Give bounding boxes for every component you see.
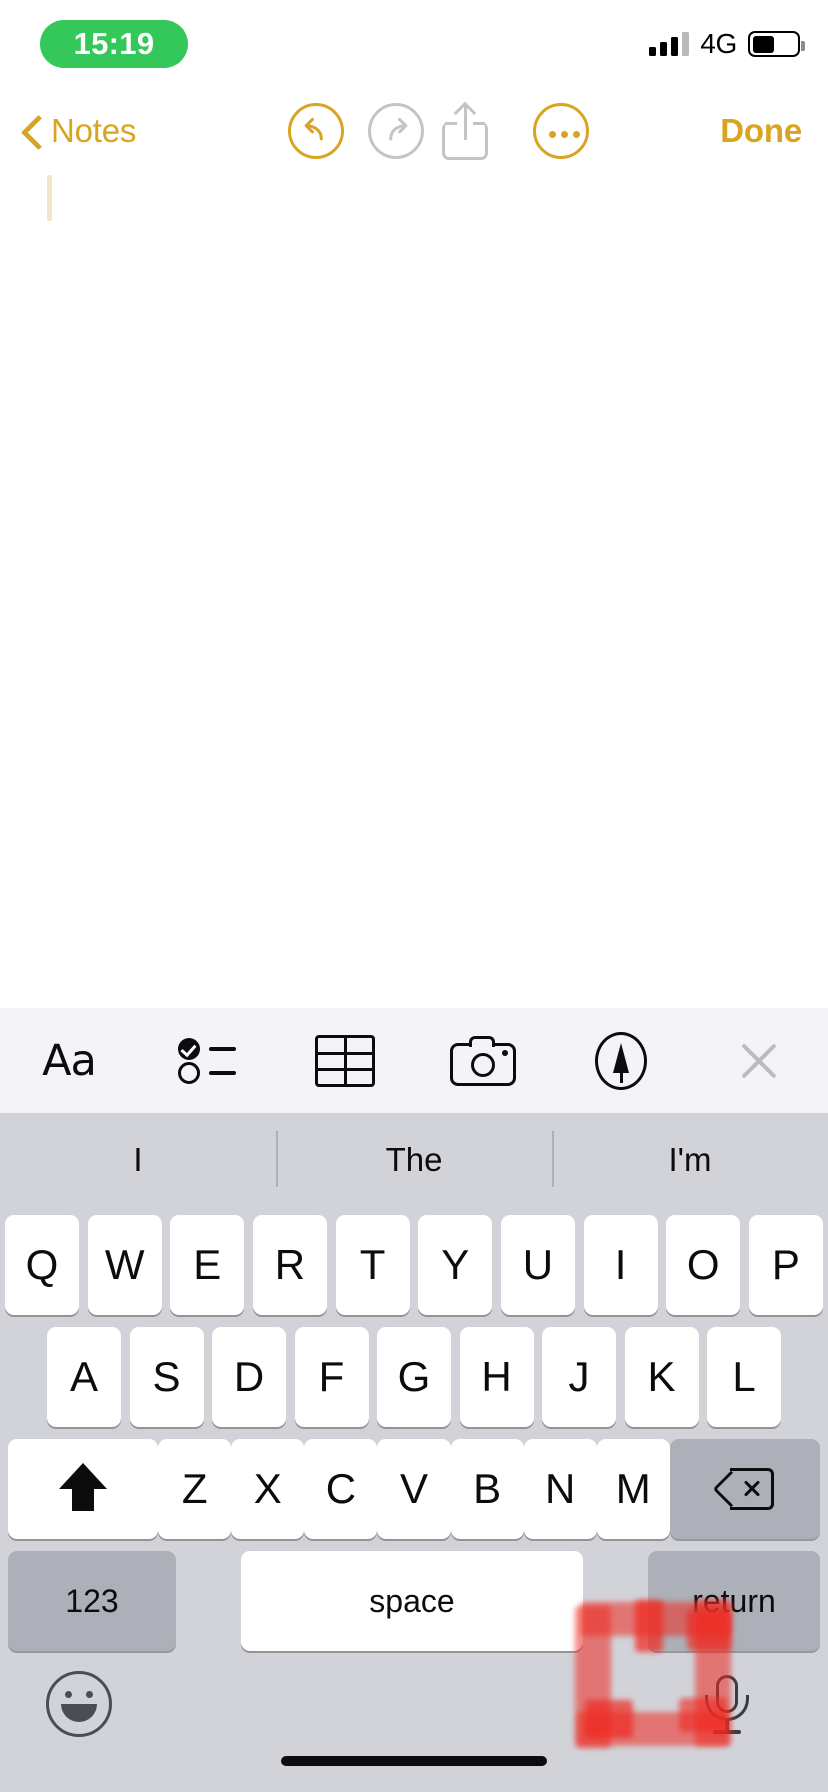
numbers-key[interactable]: 123 <box>8 1551 176 1651</box>
status-time-pill: 15:19 <box>40 20 188 68</box>
nav-bar: Notes Done <box>0 92 828 170</box>
space-key[interactable]: space <box>241 1551 583 1651</box>
table-icon <box>315 1034 375 1087</box>
key-b[interactable]: B <box>450 1439 524 1539</box>
cellular-signal-icon <box>649 32 690 56</box>
backspace-key[interactable] <box>669 1439 820 1539</box>
key-f[interactable]: F <box>294 1327 369 1427</box>
battery-icon <box>748 31 805 57</box>
key-q[interactable]: Q <box>5 1215 79 1315</box>
key-n[interactable]: N <box>523 1439 597 1539</box>
more-ellipsis-circle-icon <box>533 103 589 159</box>
checklist-icon <box>178 1037 236 1084</box>
more-options-button[interactable] <box>533 103 589 159</box>
prediction-item[interactable]: The <box>276 1113 552 1206</box>
camera-icon <box>450 1035 516 1086</box>
prediction-item[interactable]: I <box>0 1113 276 1206</box>
key-c[interactable]: C <box>304 1439 378 1539</box>
keyboard-row-3: Z X C V B N M <box>0 1439 828 1539</box>
undo-circle-icon <box>288 103 344 159</box>
redo-button[interactable] <box>368 103 424 159</box>
checklist-button[interactable] <box>138 1008 276 1113</box>
microphone-icon <box>692 1669 762 1739</box>
key-v[interactable]: V <box>377 1439 451 1539</box>
key-m[interactable]: M <box>596 1439 670 1539</box>
key-x[interactable]: X <box>231 1439 305 1539</box>
share-button[interactable] <box>442 101 488 160</box>
dictation-key[interactable] <box>692 1669 762 1739</box>
status-time: 15:19 <box>73 26 155 61</box>
key-z[interactable]: Z <box>158 1439 232 1539</box>
key-j[interactable]: J <box>542 1327 616 1427</box>
key-h[interactable]: H <box>459 1327 534 1427</box>
prediction-label: I'm <box>668 1140 712 1178</box>
keyboard-bottom-row <box>0 1663 828 1759</box>
keyboard-row-1: Q W E R T Y U I O P <box>0 1215 828 1315</box>
shift-key[interactable] <box>8 1439 159 1539</box>
markup-button[interactable] <box>552 1008 690 1113</box>
key-l[interactable]: L <box>707 1327 781 1427</box>
keyboard-row-2: A S D F G H J K L <box>0 1327 828 1427</box>
key-r[interactable]: R <box>252 1215 327 1315</box>
nav-tools: Done <box>0 92 828 170</box>
key-e[interactable]: E <box>170 1215 245 1315</box>
key-g[interactable]: G <box>377 1327 451 1427</box>
done-button[interactable]: Done <box>720 112 802 150</box>
key-p[interactable]: P <box>748 1215 823 1315</box>
share-up-icon <box>442 101 488 160</box>
table-button[interactable] <box>276 1008 414 1113</box>
backspace-delete-icon <box>712 1468 774 1510</box>
markup-pen-icon <box>595 1031 647 1090</box>
emoji-key[interactable] <box>46 1671 112 1737</box>
status-bar: 15:19 4G <box>0 0 828 92</box>
format-toolbar: Aa <box>0 1008 828 1113</box>
predictive-text-bar: I The I'm <box>0 1113 828 1206</box>
key-o[interactable]: O <box>666 1215 741 1315</box>
notes-screen: 15:19 4G Notes Done Aa I The I'm Q W E R… <box>0 0 828 1792</box>
camera-button[interactable] <box>414 1008 552 1113</box>
text-caret <box>47 175 52 221</box>
undo-arrow-glyph <box>304 117 323 141</box>
keyboard-row-4: 123 space return <box>0 1551 828 1651</box>
prediction-item[interactable]: I'm <box>552 1113 828 1206</box>
key-y[interactable]: Y <box>418 1215 493 1315</box>
key-a[interactable]: A <box>47 1327 121 1427</box>
key-w[interactable]: W <box>87 1215 162 1315</box>
key-s[interactable]: S <box>129 1327 204 1427</box>
text-format-icon: Aa <box>42 1035 97 1086</box>
key-u[interactable]: U <box>500 1215 575 1315</box>
note-text-area[interactable] <box>0 170 828 1008</box>
status-right-cluster: 4G <box>649 22 805 66</box>
emoji-smiley-icon <box>46 1671 112 1737</box>
dismiss-toolbar-button[interactable] <box>690 1008 828 1113</box>
format-aa-button[interactable]: Aa <box>0 1008 138 1113</box>
key-d[interactable]: D <box>212 1327 286 1427</box>
undo-button[interactable] <box>288 103 344 159</box>
return-key[interactable]: return <box>648 1551 820 1651</box>
key-i[interactable]: I <box>583 1215 658 1315</box>
network-type-label: 4G <box>700 28 737 59</box>
close-x-icon <box>736 1038 782 1084</box>
home-indicator <box>281 1756 547 1766</box>
key-k[interactable]: K <box>624 1327 699 1427</box>
redo-circle-icon <box>368 103 424 159</box>
key-t[interactable]: T <box>335 1215 410 1315</box>
prediction-label: I <box>133 1140 143 1178</box>
redo-arrow-glyph <box>389 117 408 141</box>
prediction-label: The <box>385 1140 443 1178</box>
